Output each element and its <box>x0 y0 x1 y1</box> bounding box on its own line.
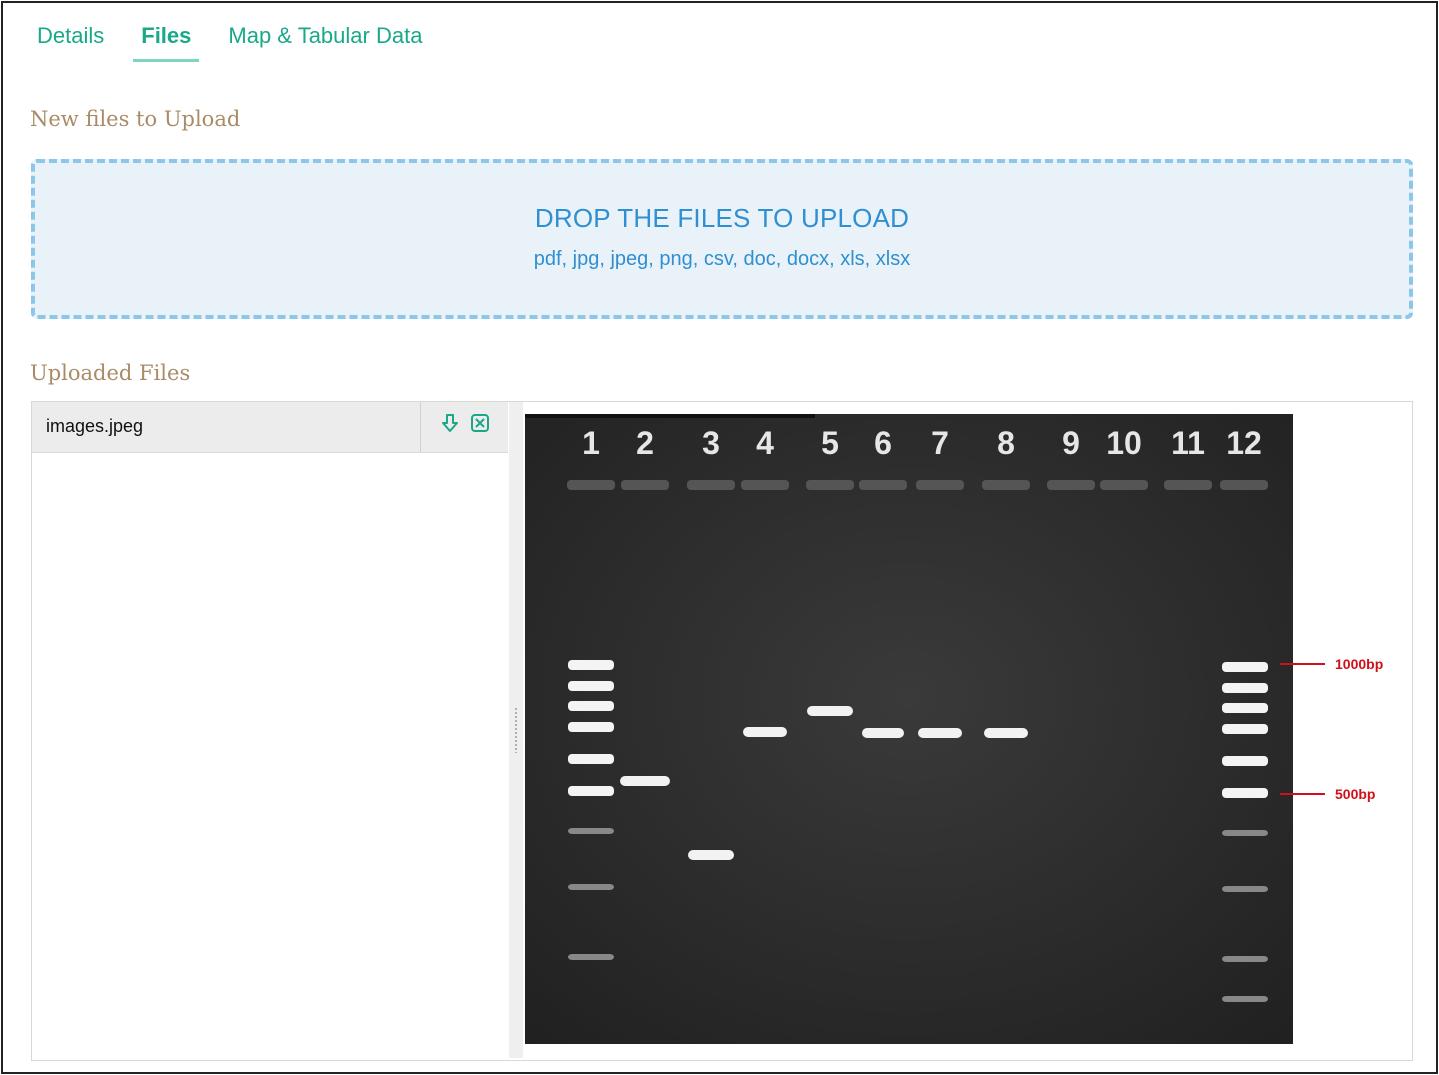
gel-well <box>1164 480 1212 490</box>
sample-band <box>743 727 787 737</box>
lane-label: 11 <box>1171 425 1205 461</box>
lane-label: 9 <box>1062 425 1080 461</box>
ladder-band <box>1222 662 1268 672</box>
ladder-band <box>568 884 614 890</box>
gel-well <box>859 480 907 490</box>
file-drop-zone[interactable]: DROP THE FILES TO UPLOAD pdf, jpg, jpeg,… <box>31 159 1413 319</box>
ladder-band <box>568 701 614 711</box>
gel-well <box>982 480 1030 490</box>
gel-well <box>1047 480 1095 490</box>
file-name: images.jpeg <box>46 416 144 436</box>
lane-label: 4 <box>756 425 774 461</box>
lane-label: 6 <box>874 425 892 461</box>
page-frame: Details Files Map & Tabular Data New fil… <box>1 1 1438 1074</box>
ladder-band <box>1222 956 1268 962</box>
drop-label: DROP THE FILES TO UPLOAD <box>534 203 910 233</box>
tab-map-tabular-data[interactable]: Map & Tabular Data <box>228 21 422 49</box>
file-list: images.jpeg <box>32 402 508 1058</box>
gel-well <box>916 480 964 490</box>
ladder-band <box>1222 886 1268 892</box>
gel-well <box>687 480 735 490</box>
sample-band <box>984 728 1028 738</box>
ladder-band <box>568 722 614 732</box>
ladder-band <box>1222 788 1268 798</box>
lane-label: 5 <box>821 425 839 461</box>
gel-well <box>741 480 789 490</box>
download-icon[interactable] <box>439 412 461 434</box>
uploaded-files-title: Uploaded Files <box>30 361 191 385</box>
lane-label: 7 <box>931 425 949 461</box>
ladder-band <box>1222 830 1268 836</box>
panel-resize-handle[interactable] <box>509 402 523 1058</box>
remove-icon[interactable] <box>469 412 491 434</box>
ladder-band <box>568 954 614 960</box>
ladder-band <box>1222 724 1268 734</box>
ladder-band <box>568 786 614 796</box>
lane-label: 1 <box>582 425 600 461</box>
file-row[interactable]: images.jpeg <box>32 402 508 453</box>
lane-label: 2 <box>636 425 654 461</box>
marker-label: 1000bp <box>1335 656 1383 672</box>
sample-band <box>862 728 904 738</box>
ladder-band <box>568 681 614 691</box>
ladder-band <box>568 660 614 670</box>
sample-band <box>807 706 853 716</box>
file-actions <box>420 402 509 452</box>
ladder-band <box>568 828 614 834</box>
sample-band <box>918 728 962 738</box>
gel-well <box>1220 480 1268 490</box>
tab-details[interactable]: Details <box>37 21 104 49</box>
ladder-band <box>1222 703 1268 713</box>
tab-files[interactable]: Files <box>133 21 200 62</box>
gel-electrophoresis-image: 1 2 3 4 5 6 7 8 9 10 11 12 1000bp500bp <box>525 414 1383 1044</box>
file-preview: 1 2 3 4 5 6 7 8 9 10 11 12 1000bp 500bp <box>524 402 1411 1058</box>
gel-well <box>806 480 854 490</box>
accepted-formats: pdf, jpg, jpeg, png, csv, doc, docx, xls… <box>533 248 911 270</box>
marker-label: 500bp <box>1335 786 1375 802</box>
ladder-band <box>568 754 614 764</box>
tab-bar: Details Files Map & Tabular Data <box>37 21 459 62</box>
sample-band <box>688 850 734 860</box>
lane-label: 10 <box>1106 425 1142 461</box>
ladder-band <box>1222 756 1268 766</box>
uploaded-files-panel: images.jpeg 1 2 3 4 5 6 7 8 9 10 11 12 1… <box>31 401 1413 1061</box>
ladder-band <box>1222 996 1268 1002</box>
resize-grip <box>514 707 518 753</box>
gel-well <box>1100 480 1148 490</box>
new-files-title: New files to Upload <box>30 107 241 131</box>
lane-label: 12 <box>1226 425 1262 461</box>
gel-well <box>621 480 669 490</box>
lane-label: 3 <box>702 425 720 461</box>
sample-band <box>620 776 670 786</box>
gel-well <box>567 480 615 490</box>
ladder-band <box>1222 683 1268 693</box>
lane-label: 8 <box>997 425 1015 461</box>
